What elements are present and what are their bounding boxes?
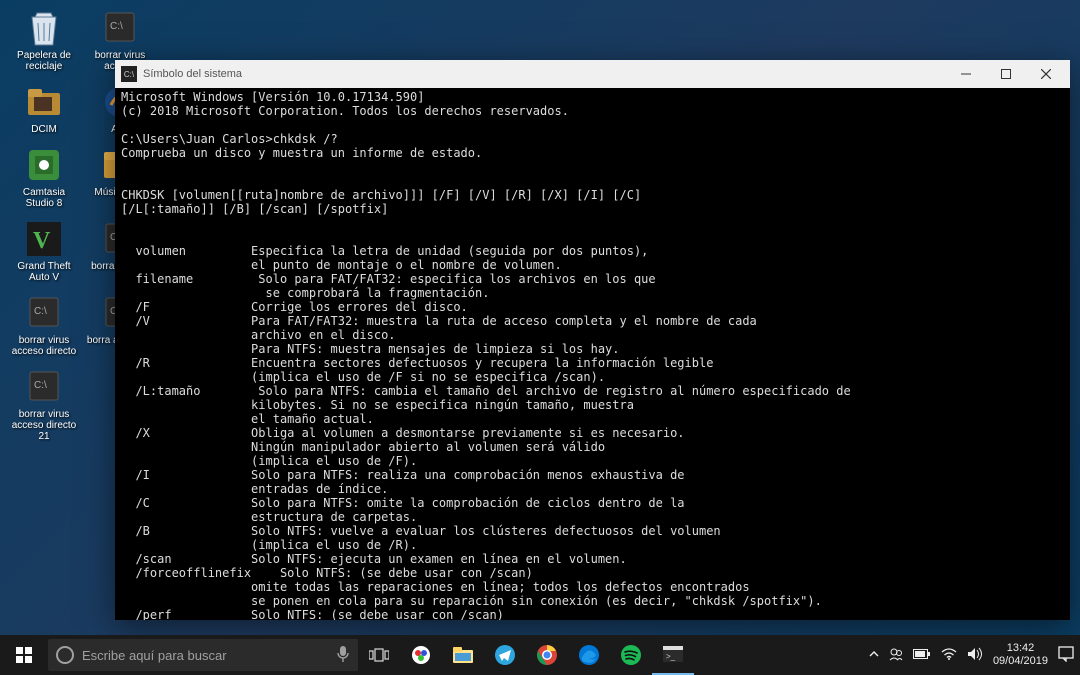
- telegram-button[interactable]: [484, 635, 526, 675]
- gtav-icon[interactable]: V Grand Theft Auto V: [8, 219, 80, 283]
- search-placeholder: Escribe aquí para buscar: [82, 648, 227, 663]
- desktop[interactable]: Papelera de reciclaje C:\ borrar virus a…: [0, 0, 1080, 675]
- taskview-icon: [369, 647, 389, 663]
- minimize-button[interactable]: [946, 60, 986, 88]
- shortcut-icon[interactable]: C:\ borrar virus acceso directo 21: [8, 367, 80, 442]
- spotify-button[interactable]: [610, 635, 652, 675]
- svg-text:C:\: C:\: [34, 380, 47, 391]
- mic-icon[interactable]: [336, 645, 350, 666]
- icon-label: DCIM: [31, 124, 57, 135]
- icon-label: Grand Theft Auto V: [9, 261, 79, 283]
- camtasia-icon[interactable]: Camtasia Studio 8: [8, 145, 80, 209]
- icon-label: Camtasia Studio 8: [9, 187, 79, 209]
- game-icon: V: [24, 219, 64, 259]
- notifications-button[interactable]: [1058, 646, 1074, 665]
- time-text: 13:42: [993, 642, 1048, 655]
- file-explorer-button[interactable]: [442, 635, 484, 675]
- terminal-output[interactable]: Microsoft Windows [Versión 10.0.17134.59…: [115, 88, 1070, 620]
- svg-text:V: V: [33, 228, 51, 254]
- recycle-bin-icon[interactable]: Papelera de reciclaje: [8, 8, 80, 72]
- app-icon: [24, 145, 64, 185]
- cmd-icon: C:\: [121, 66, 137, 82]
- tray-battery-icon[interactable]: [913, 649, 931, 662]
- svg-text:>_: >_: [666, 652, 676, 661]
- search-box[interactable]: Escribe aquí para buscar: [48, 639, 358, 671]
- folder-icon: [24, 82, 64, 122]
- task-view-button[interactable]: [358, 635, 400, 675]
- start-button[interactable]: [0, 635, 48, 675]
- svg-text:C:\: C:\: [110, 21, 123, 32]
- taskbar-app[interactable]: [400, 635, 442, 675]
- chrome-button[interactable]: [526, 635, 568, 675]
- clock[interactable]: 13:42 09/04/2019: [993, 642, 1048, 668]
- tray-wifi-icon[interactable]: [941, 648, 957, 663]
- bat-file-icon: C:\: [24, 293, 64, 333]
- folder-dcim-icon[interactable]: DCIM: [8, 82, 80, 135]
- cortana-icon: [56, 646, 74, 664]
- shortcut-icon[interactable]: C:\ borrar virus acceso directo: [8, 293, 80, 357]
- trash-icon: [24, 8, 64, 48]
- cmd-taskbar-button[interactable]: >_: [652, 635, 694, 675]
- icon-label: Papelera de reciclaje: [9, 50, 79, 72]
- system-tray[interactable]: 13:42 09/04/2019: [859, 635, 1080, 675]
- close-button[interactable]: [1026, 60, 1066, 88]
- icon-label: borrar virus acceso directo: [9, 335, 79, 357]
- svg-text:C:\: C:\: [34, 306, 47, 317]
- maximize-button[interactable]: [986, 60, 1026, 88]
- tray-volume-icon[interactable]: [967, 647, 983, 664]
- date-text: 09/04/2019: [993, 655, 1048, 668]
- tray-chevron-icon[interactable]: [869, 649, 879, 662]
- tray-people-icon[interactable]: [889, 647, 903, 664]
- bat-file-icon: C:\: [100, 8, 140, 48]
- windows-icon: [16, 647, 32, 663]
- titlebar[interactable]: C:\ Símbolo del sistema: [115, 60, 1070, 88]
- icon-label: borrar virus acceso directo 21: [9, 409, 79, 442]
- bat-file-icon: C:\: [24, 367, 64, 407]
- command-prompt-window[interactable]: C:\ Símbolo del sistema Microsoft Window…: [115, 60, 1070, 620]
- window-title: Símbolo del sistema: [143, 68, 242, 80]
- taskbar[interactable]: Escribe aquí para buscar >_ 13:42 09/04/…: [0, 635, 1080, 675]
- edge-button[interactable]: [568, 635, 610, 675]
